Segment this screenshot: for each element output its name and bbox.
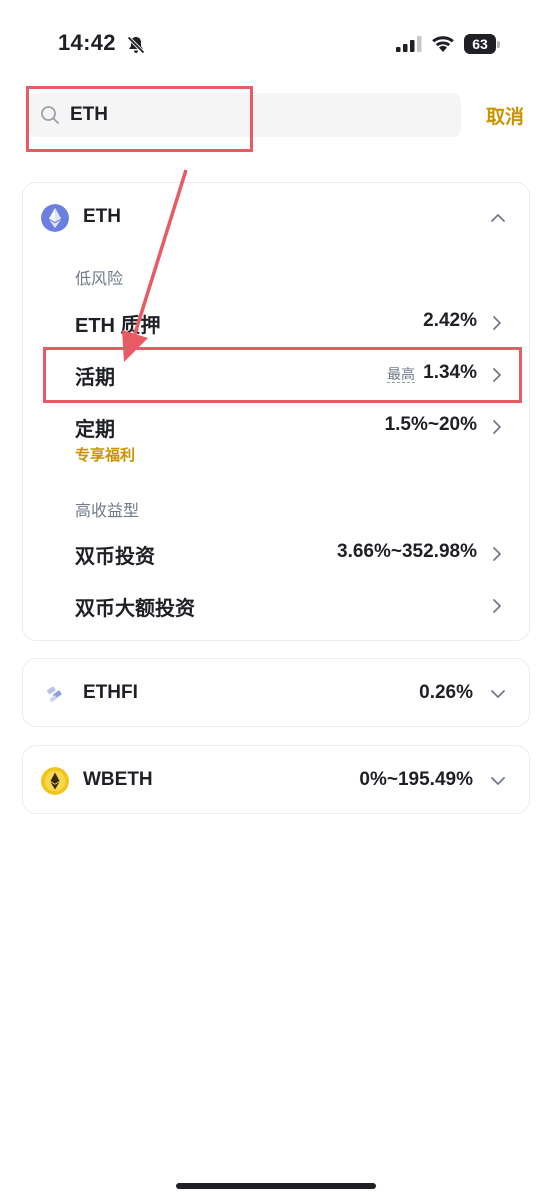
product-name: 双币投资 [75, 546, 155, 568]
product-rate: 3.66%~352.98% [337, 541, 477, 562]
battery-level: 63 [464, 34, 496, 54]
product-tag: 专享福利 [75, 447, 136, 464]
product-row-dual[interactable]: 双币投资 3.66%~352.98% [23, 529, 531, 579]
chevron-up-icon[interactable] [489, 209, 507, 227]
coin-rate: 0.26% [419, 682, 473, 703]
chevron-right-icon [493, 420, 501, 434]
product-name: 定期 [75, 419, 115, 441]
eth-coin-icon [41, 204, 69, 232]
coin-name: ETHFI [83, 682, 138, 703]
cancel-button[interactable]: 取消 [486, 102, 524, 129]
coin-header-wbeth[interactable]: WBETH 0%~195.49% [23, 746, 531, 815]
coin-header-eth[interactable]: ETH [23, 183, 531, 252]
product-name: ETH 质押 [75, 315, 161, 337]
status-bar: 14:42 63 [0, 0, 551, 90]
search-highlight-box [26, 86, 253, 152]
coin-name: WBETH [83, 769, 153, 790]
product-rate: 1.5%~20% [384, 414, 477, 435]
wifi-icon [432, 36, 454, 52]
product-rate: 2.42% [423, 310, 477, 331]
coin-card-ethfi: ETHFI 0.26% [22, 658, 530, 727]
bell-muted-icon [127, 36, 145, 54]
coin-rate: 0%~195.49% [359, 769, 473, 790]
section-label-low-risk: 低风险 [75, 271, 124, 288]
ethfi-coin-icon [41, 680, 69, 708]
product-row-dual-large[interactable]: 双币大额投资 [23, 581, 531, 631]
coin-header-ethfi[interactable]: ETHFI 0.26% [23, 659, 531, 728]
home-indicator [176, 1183, 376, 1189]
chevron-down-icon[interactable] [489, 685, 507, 703]
coin-card-wbeth: WBETH 0%~195.49% [22, 745, 530, 814]
battery-icon: 63 [464, 34, 500, 54]
product-row-staking[interactable]: ETH 质押 2.42% [23, 298, 531, 348]
chevron-right-icon [493, 316, 501, 330]
chevron-down-icon[interactable] [489, 772, 507, 790]
flexible-highlight-box [43, 347, 522, 403]
section-label-high-yield: 高收益型 [75, 503, 140, 520]
product-row-locked[interactable]: 定期 1.5%~20% 专享福利 [23, 402, 531, 466]
chevron-right-icon [493, 599, 501, 613]
signal-icon [396, 36, 422, 52]
coin-name: ETH [83, 206, 121, 227]
status-time: 14:42 [58, 30, 116, 55]
wbeth-coin-icon [41, 767, 69, 795]
coin-card-eth: ETH 低风险 ETH 质押 2.42% 活期 最高 1.34% 定期 1.5%… [22, 182, 530, 641]
product-name: 双币大额投资 [75, 598, 195, 620]
chevron-right-icon [493, 547, 501, 561]
